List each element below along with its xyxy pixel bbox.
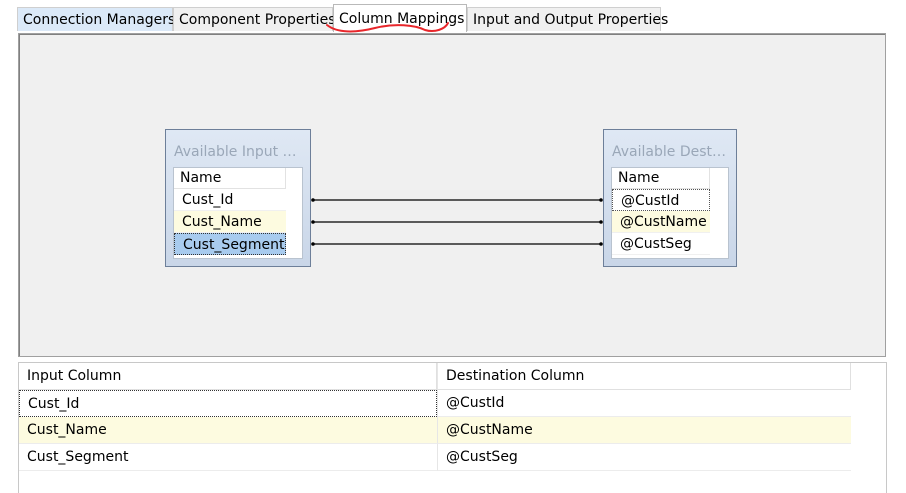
table-row[interactable]: Cust_Segment @CustSeg bbox=[19, 444, 851, 471]
grid-header-destination-column: Destination Column bbox=[437, 363, 851, 390]
tab-column-mappings[interactable]: Column Mappings bbox=[333, 4, 467, 32]
grid-cell-destination[interactable]: @CustName bbox=[437, 417, 851, 444]
mapping-endpoint bbox=[311, 242, 315, 246]
mapping-endpoint bbox=[311, 198, 315, 202]
column-mapping-grid[interactable]: Input Column Destination Column Cust_Id … bbox=[18, 362, 887, 493]
grid-cell-input[interactable]: Cust_Id bbox=[19, 390, 437, 417]
dest-box-title: Available Desti... bbox=[612, 144, 728, 160]
mapping-canvas: Available Input C... Name Cust_Id Cust_N… bbox=[18, 33, 886, 357]
mapping-endpoint bbox=[311, 220, 315, 224]
input-column-cust-segment[interactable]: Cust_Segment bbox=[174, 233, 286, 255]
input-column-cust-id[interactable]: Cust_Id bbox=[174, 189, 286, 211]
table-row[interactable]: Cust_Id @CustId bbox=[19, 390, 851, 417]
destination-columns-list[interactable]: Name @CustId @CustName @CustSeg bbox=[611, 167, 729, 259]
dest-column-custname[interactable]: @CustName bbox=[612, 211, 710, 233]
input-column-cust-name[interactable]: Cust_Name bbox=[174, 211, 286, 233]
grid-cell-input[interactable]: Cust_Segment bbox=[19, 444, 437, 471]
table-row[interactable]: Cust_Name @CustName bbox=[19, 417, 851, 444]
available-destination-columns-box[interactable]: Available Desti... Name @CustId @CustNam… bbox=[603, 129, 737, 267]
grid-cell-destination[interactable]: @CustSeg bbox=[437, 444, 851, 471]
input-list-header: Name bbox=[174, 168, 286, 189]
tab-connection-managers[interactable]: Connection Managers bbox=[17, 7, 175, 31]
mapping-lines bbox=[311, 198, 603, 246]
grid-header-input-column: Input Column bbox=[19, 363, 437, 390]
tab-component-properties[interactable]: Component Properties bbox=[173, 7, 335, 31]
tab-input-output-properties[interactable]: Input and Output Properties bbox=[467, 7, 668, 31]
dest-list-header: Name bbox=[612, 168, 710, 189]
tab-strip: Connection Managers Component Properties… bbox=[17, 4, 897, 32]
grid-cell-destination[interactable]: @CustId bbox=[437, 390, 851, 417]
dest-column-custid[interactable]: @CustId bbox=[612, 189, 710, 211]
input-columns-list[interactable]: Name Cust_Id Cust_Name Cust_Segment bbox=[173, 167, 303, 259]
grid-cell-input[interactable]: Cust_Name bbox=[19, 417, 437, 444]
dest-column-custseg[interactable]: @CustSeg bbox=[612, 233, 710, 255]
input-box-title: Available Input C... bbox=[174, 144, 302, 160]
grid-header-row: Input Column Destination Column bbox=[19, 363, 851, 390]
available-input-columns-box[interactable]: Available Input C... Name Cust_Id Cust_N… bbox=[165, 129, 311, 267]
